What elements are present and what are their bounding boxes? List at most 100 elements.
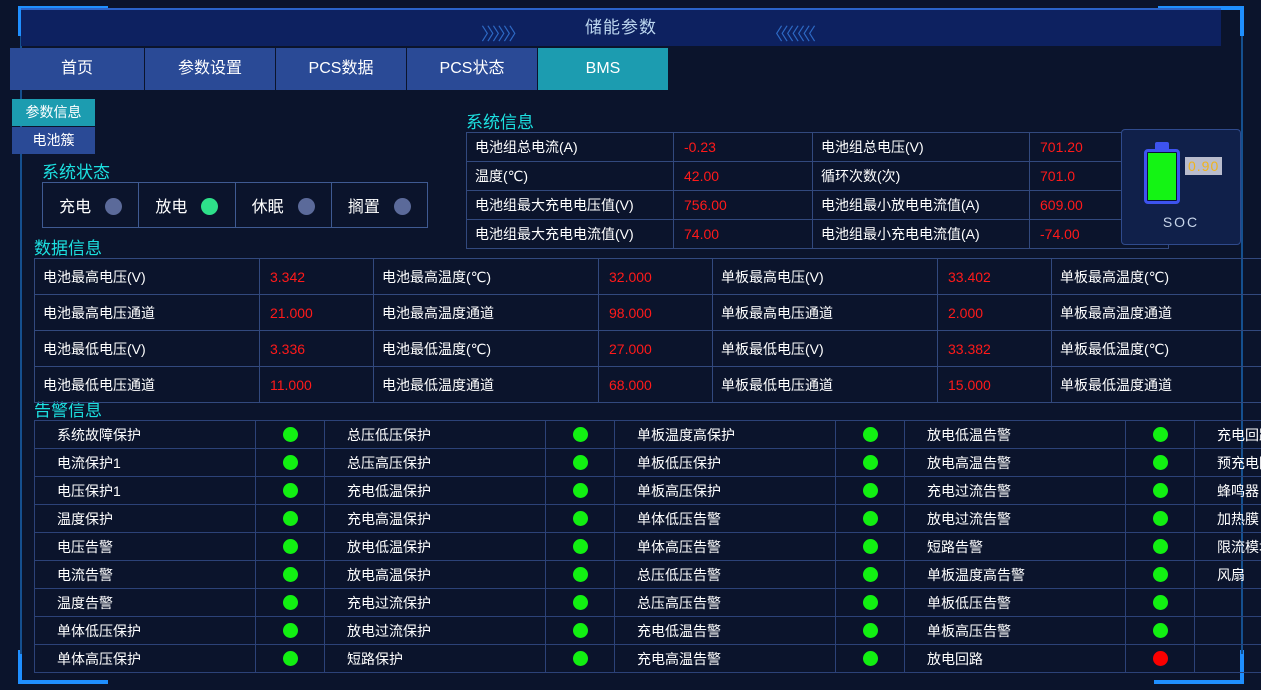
sidebar-item-battery-cluster[interactable]: 电池簇 (12, 127, 95, 154)
status-led-green (572, 538, 588, 554)
alarm-label: 单板高压保护 (614, 476, 836, 505)
status-led-green (282, 538, 298, 554)
alarm-indicator-cell (255, 504, 325, 533)
alarm-label: 电压告警 (34, 532, 256, 561)
tab-5[interactable]: BMS (538, 48, 669, 90)
system-state-label: 搁置 (347, 199, 380, 216)
data-info-value: 33.382 (937, 330, 1052, 367)
system-state-row: 充电 放电 休眠 搁置 (41, 182, 429, 228)
status-led-green (1152, 566, 1168, 582)
table-row: 电池组总电流(A) -0.23 电池组总电压(V) 701.20 (466, 132, 1169, 162)
status-led-green (282, 650, 298, 666)
table-row: 温度保护 充电高温保护 单体低压告警 放电过流告警 加热膜 (34, 504, 1261, 533)
alarm-indicator-cell (255, 560, 325, 589)
status-indicator-off (297, 198, 315, 215)
data-info-table: 电池最高电压(V) 3.342 电池最高温度(℃) 32.000 单板最高电压(V) 33… (34, 258, 1261, 403)
alarm-indicator-cell (1125, 644, 1195, 673)
alarm-label: 放电高温告警 (904, 448, 1126, 477)
system-state-label: 休眠 (251, 199, 284, 216)
alarm-label: 充电过流告警 (904, 476, 1126, 505)
corner-bracket-bottom-left (18, 680, 108, 684)
alarm-indicator-cell (1125, 560, 1195, 589)
status-led-green (862, 650, 878, 666)
status-led-green (1152, 510, 1168, 526)
alarm-indicator-cell (545, 420, 615, 449)
alarm-label: 充电高温保护 (324, 504, 546, 533)
corner-bracket-bottom-left-vertical (18, 650, 22, 684)
system-state-cell: 休眠 (234, 182, 332, 228)
data-info-label: 单板最高电压通道 (712, 294, 938, 331)
alarm-label: 放电回路 (904, 644, 1126, 673)
sidebar-item-parameter-info[interactable]: 参数信息 (12, 99, 95, 126)
status-led-green (572, 594, 588, 610)
status-led-green (572, 426, 588, 442)
alarm-indicator-cell (835, 448, 905, 477)
alarm-indicator-cell (1125, 420, 1195, 449)
battery-cap-icon (1155, 142, 1169, 149)
alarm-indicator-cell (1125, 476, 1195, 505)
alarm-label: 单板温度高告警 (904, 560, 1126, 589)
alarm-indicator-cell (835, 588, 905, 617)
alarm-label: 短路告警 (904, 532, 1126, 561)
status-led-green (862, 566, 878, 582)
data-info-label: 电池最高电压通道 (34, 294, 260, 331)
data-info-label: 电池最高温度通道 (373, 294, 599, 331)
status-led-green (862, 482, 878, 498)
alarm-label: 单体高压告警 (614, 532, 836, 561)
status-led-green (282, 454, 298, 470)
alarm-label: 蜂鸣器 (1194, 476, 1261, 505)
alarm-label: 电流告警 (34, 560, 256, 589)
soc-label: SOC (1162, 214, 1200, 230)
tab-3[interactable]: PCS数据 (276, 48, 407, 90)
data-info-label: 单板最低电压(V) (712, 330, 938, 367)
table-row: 温度(℃) 42.00 循环次数(次) 701.0 (466, 161, 1169, 191)
status-led-green (572, 482, 588, 498)
alarm-label: 加热膜 (1194, 504, 1261, 533)
tab-4[interactable]: PCS状态 (407, 48, 538, 90)
table-row: 温度告警 充电过流保护 总压高压告警 单板低压告警 (34, 588, 1261, 617)
data-info-value: 21.000 (259, 294, 374, 331)
data-info-label: 电池最高温度(℃) (373, 258, 599, 295)
system-state-label: 充电 (59, 199, 92, 216)
alarm-info-table: 系统故障保护 总压低压保护 单板温度高保护 放电低温告警 充电回路电流保护1 总压高压保护… (34, 420, 1261, 673)
system-state-cell: 放电 (138, 182, 236, 228)
alarm-indicator-cell (835, 644, 905, 673)
table-row: 电压告警 放电低温保护 单体高压告警 短路告警 限流模块 (34, 532, 1261, 561)
alarm-label: 温度告警 (34, 588, 256, 617)
status-led-green (1152, 454, 1168, 470)
system-info-label: 电池组最小放电电流值(A) (812, 190, 1030, 220)
soc-panel: 0.90 SOC (1121, 129, 1241, 245)
alarm-indicator-cell (255, 420, 325, 449)
status-led-green (1152, 482, 1168, 498)
alarm-indicator-cell (545, 532, 615, 561)
tab-2[interactable]: 参数设置 (145, 48, 276, 90)
alarm-label: 充电过流保护 (324, 588, 546, 617)
data-info-label: 电池最低电压(V) (34, 330, 260, 367)
table-row: 电池最高电压通道 21.000 电池最高温度通道 98.000 单板最高电压通道 2.00… (34, 294, 1261, 331)
system-info-label: 电池组最大充电电流值(V) (466, 219, 674, 249)
data-info-label: 电池最低电压通道 (34, 366, 260, 403)
alarm-indicator-cell (835, 504, 905, 533)
alarm-indicator-cell (545, 448, 615, 477)
table-row: 电池组最大充电电压值(V) 756.00 电池组最小放电电流值(A) 609.00 (466, 190, 1169, 220)
system-info-value: 42.00 (673, 161, 813, 191)
status-led-green (572, 622, 588, 638)
corner-bracket-bottom-right (1154, 680, 1244, 684)
system-info-label: 电池组最大充电电压值(V) (466, 190, 674, 220)
alarm-indicator-cell (835, 532, 905, 561)
status-led-green (282, 482, 298, 498)
data-info-label: 电池最高电压(V) (34, 258, 260, 295)
alarm-indicator-cell (1125, 532, 1195, 561)
status-indicator-on (201, 198, 219, 215)
alarm-indicator-cell (1125, 588, 1195, 617)
alarm-label: 充电回路 (1194, 420, 1261, 449)
data-info-label: 电池最低温度(℃) (373, 330, 599, 367)
section-heading-data-info: 数据信息 (34, 239, 102, 258)
status-led-green (862, 594, 878, 610)
tab-1[interactable]: 首页 (10, 48, 145, 90)
status-led-green (1152, 594, 1168, 610)
app-window: 〉〉〉〉〉〉 储能参数 〈〈〈〈〈〈〈 首页 参数设置 PCS数据 PCS状态 BMS … (0, 0, 1261, 690)
system-info-label: 循环次数(次) (812, 161, 1030, 191)
soc-value: 0.90 (1185, 157, 1223, 175)
status-led-green (282, 510, 298, 526)
